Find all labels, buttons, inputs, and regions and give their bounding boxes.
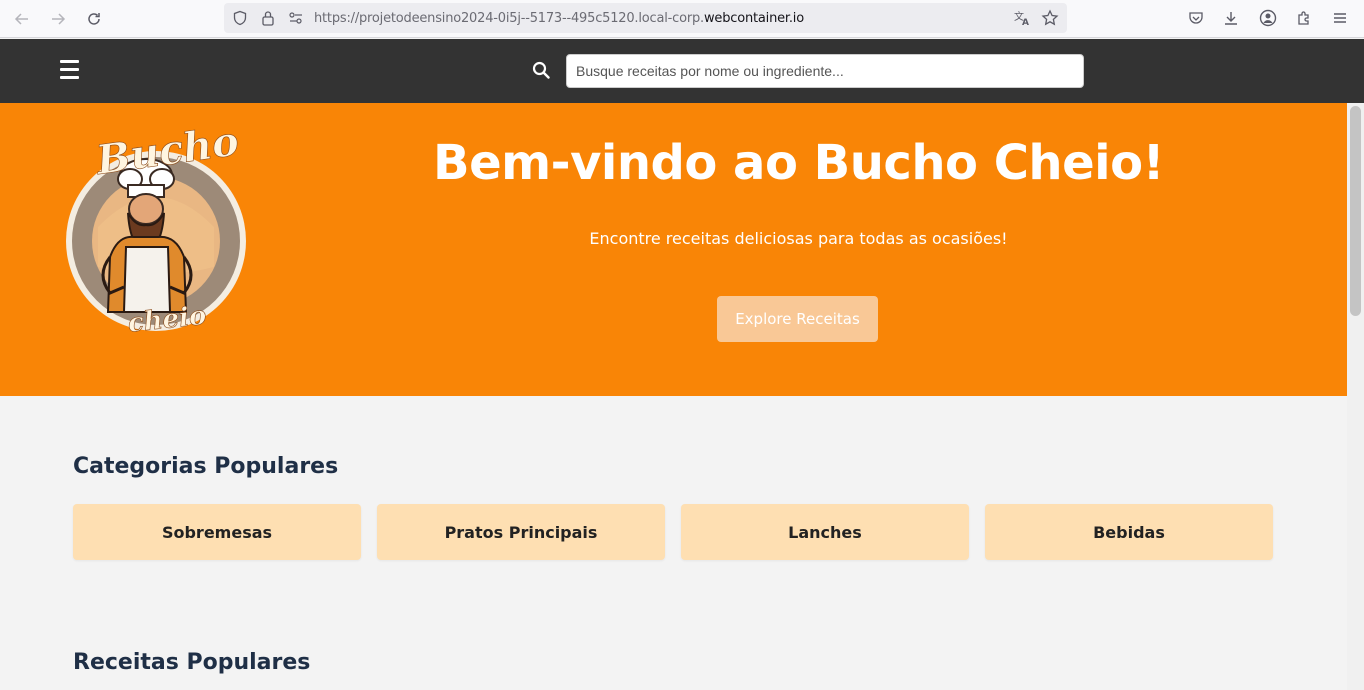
categories-section-title: Categorias Populares xyxy=(73,454,339,479)
category-card-bebidas[interactable]: Bebidas xyxy=(985,504,1273,560)
hero-subtitle: Encontre receitas deliciosas para todas … xyxy=(589,229,1008,248)
site-permissions-icon[interactable] xyxy=(287,9,305,27)
url-bar[interactable]: https://projetodeensino2024-0i5j--5173--… xyxy=(224,3,1067,33)
url-domain: webcontainer.io xyxy=(703,11,804,26)
hamburger-menu-icon[interactable] xyxy=(60,58,80,82)
category-card-lanches[interactable]: Lanches xyxy=(681,504,969,560)
account-icon[interactable] xyxy=(1258,8,1278,28)
svg-text:A: A xyxy=(1022,18,1029,27)
url-prefix: https://projetodeensino2024-0i5j--5173--… xyxy=(314,11,704,26)
scrollbar-thumb[interactable] xyxy=(1350,106,1361,316)
back-icon[interactable] xyxy=(10,7,34,31)
recipes-section-title: Receitas Populares xyxy=(73,650,311,675)
explore-recipes-button[interactable]: Explore Receitas xyxy=(717,296,878,342)
forward-icon[interactable] xyxy=(46,7,70,31)
page-scrollbar[interactable] xyxy=(1347,103,1364,690)
menu-icon[interactable] xyxy=(1330,8,1350,28)
shield-icon[interactable] xyxy=(231,9,249,27)
hero-title: Bem-vindo ao Bucho Cheio! xyxy=(433,135,1164,191)
translate-icon[interactable]: 文A xyxy=(1013,9,1031,27)
download-icon[interactable] xyxy=(1221,8,1241,28)
category-card-pratos-principais[interactable]: Pratos Principais xyxy=(377,504,665,560)
search-icon[interactable] xyxy=(532,61,552,81)
search-input[interactable] xyxy=(566,54,1084,88)
bookmark-star-icon[interactable] xyxy=(1041,9,1059,27)
category-card-sobremesas[interactable]: Sobremesas xyxy=(73,504,361,560)
lock-icon[interactable] xyxy=(259,9,277,27)
url-text[interactable]: https://projetodeensino2024-0i5j--5173--… xyxy=(314,11,804,26)
pocket-icon[interactable] xyxy=(1186,8,1206,28)
browser-toolbar: https://projetodeensino2024-0i5j--5173--… xyxy=(0,0,1364,38)
site-header xyxy=(0,39,1364,103)
reload-icon[interactable] xyxy=(82,7,106,31)
hero-section: Bucho cheio Bem-vindo ao Bucho Cheio! En… xyxy=(0,103,1347,396)
extensions-icon[interactable] xyxy=(1294,8,1314,28)
